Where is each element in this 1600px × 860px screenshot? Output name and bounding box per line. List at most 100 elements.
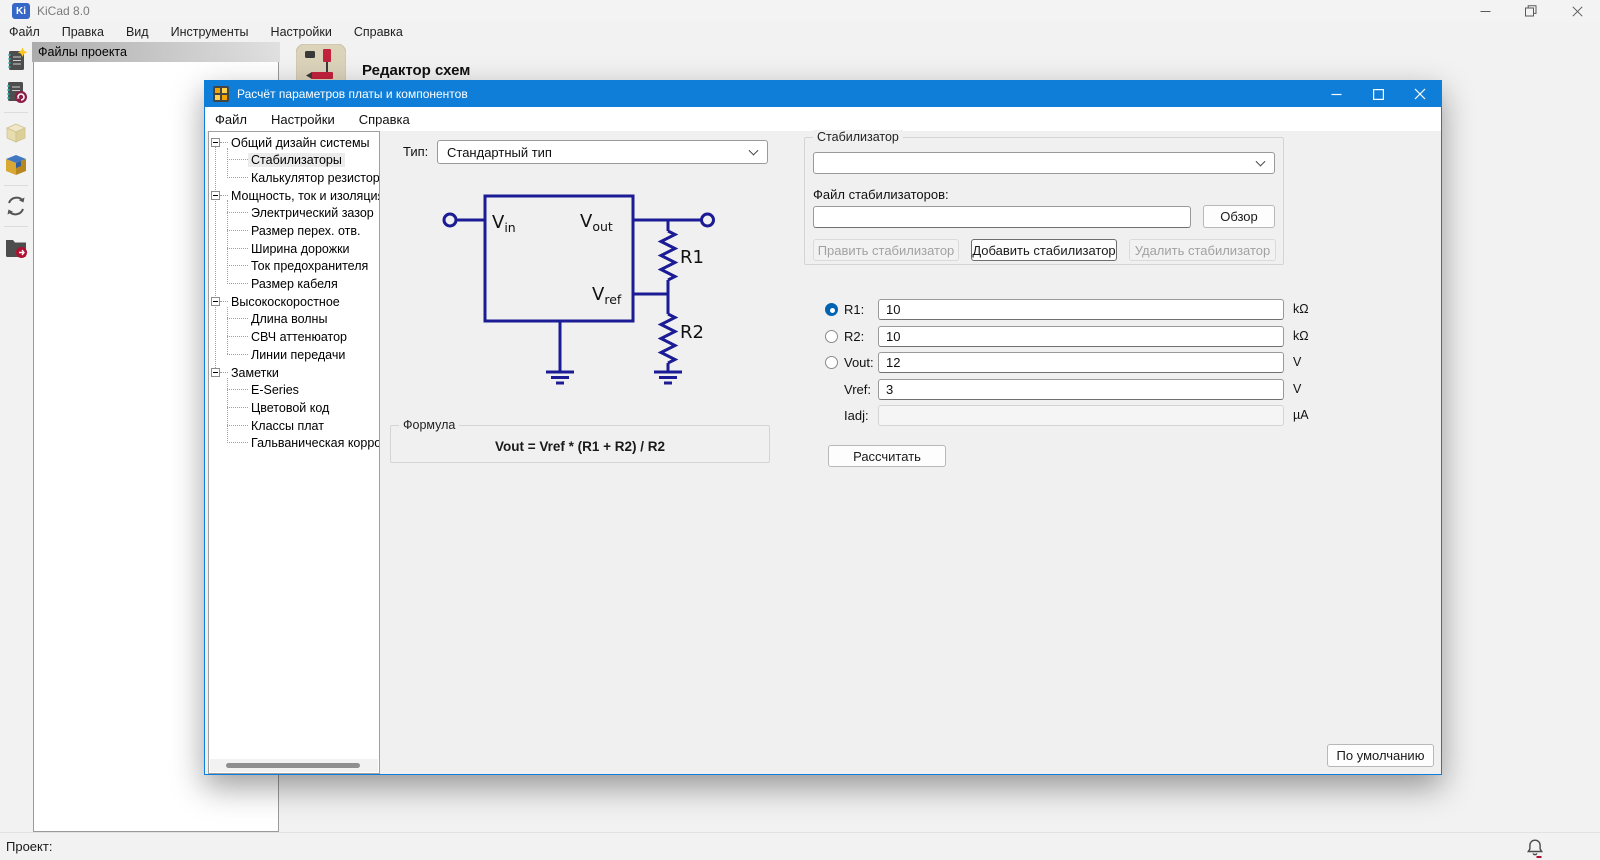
collapse-icon[interactable] <box>211 368 220 377</box>
vref-unit: V <box>1293 382 1302 396</box>
dialog-menu-preferences[interactable]: Настройки <box>259 112 347 127</box>
stabilizer-legend: Стабилизатор <box>813 130 903 144</box>
regulator-type-select[interactable]: Стандартный тип <box>437 140 768 164</box>
vout-label: Vout <box>580 211 613 234</box>
tree-tick <box>227 159 248 160</box>
minimize-icon <box>1480 10 1490 12</box>
edit-stabilizer-button[interactable]: Править стабилизатор <box>813 239 959 261</box>
menu-edit[interactable]: Правка <box>51 25 115 39</box>
menu-preferences[interactable]: Настройки <box>260 25 343 39</box>
iadj-input[interactable] <box>878 405 1284 426</box>
new-project-button[interactable] <box>2 46 30 74</box>
scrollbar-thumb[interactable] <box>226 763 360 768</box>
main-close-button[interactable] <box>1554 0 1600 22</box>
open-project-directory-button[interactable] <box>2 233 30 261</box>
tree-item-rf-attenuator[interactable]: СВЧ аттенюатор <box>227 328 350 345</box>
tree-item-label: Высокоскоростное <box>231 294 340 309</box>
tree-tick <box>227 354 248 355</box>
r2-input[interactable] <box>878 326 1284 347</box>
tree-item-cable-size[interactable]: Размер кабеля <box>227 275 341 292</box>
menu-help[interactable]: Справка <box>343 25 414 39</box>
stabilizer-group: Стабилизатор Файл стабилизаторов: Обзор … <box>804 130 1284 265</box>
status-project-label: Проект: <box>6 839 53 854</box>
menu-tools[interactable]: Инструменты <box>160 25 260 39</box>
tree-tick <box>227 336 248 337</box>
tree-item-label: Калькулятор резисторо <box>251 170 380 185</box>
unarchive-project-button[interactable] <box>2 151 30 179</box>
calculate-button[interactable]: Рассчитать <box>828 445 946 467</box>
tree-item-transmission-lines[interactable]: Линии передачи <box>227 346 348 363</box>
tree-item-label: Гальваническая коррози <box>251 435 380 450</box>
tree-item-label: Стабилизаторы <box>248 152 345 167</box>
collapse-icon[interactable] <box>211 138 220 147</box>
tree-horizontal-scrollbar[interactable] <box>210 759 378 772</box>
tree-item-label: Размер перех. отв. <box>251 223 361 238</box>
add-stabilizer-button[interactable]: Добавить стабилизатор <box>971 239 1117 261</box>
tree-item-general-system-design[interactable]: Общий дизайн системы <box>211 134 373 151</box>
tree-tick <box>220 372 228 373</box>
tree-item-regulators[interactable]: Стабилизаторы <box>227 151 345 168</box>
tree-item-electrical-spacing[interactable]: Электрический зазор <box>227 204 377 221</box>
r1-unit: kΩ <box>1293 302 1309 316</box>
tree-item-track-width[interactable]: Ширина дорожки <box>227 240 353 257</box>
main-restore-button[interactable] <box>1508 0 1554 22</box>
tree-item-wavelength[interactable]: Длина волны <box>227 310 330 327</box>
dialog-close-button[interactable] <box>1399 81 1441 107</box>
regulator-circuit-diagram: Vin Vout Vref R1 R2 <box>442 194 715 385</box>
dialog-body: Общий дизайн системы Стабилизаторы Кальк… <box>205 130 1441 774</box>
tree-tick <box>220 142 228 143</box>
refresh-button[interactable] <box>2 192 30 220</box>
tree-item-memo[interactable]: Заметки <box>211 364 282 381</box>
chevron-down-icon <box>1255 156 1266 167</box>
collapse-icon[interactable] <box>211 297 220 306</box>
close-icon <box>1414 88 1426 100</box>
stabilizer-file-label: Файл стабилизаторов: <box>813 187 949 202</box>
tree-item-board-classes[interactable]: Классы плат <box>227 417 327 434</box>
project-files-header: Файлы проекта <box>32 42 280 62</box>
remove-stabilizer-button[interactable]: Удалить стабилизатор <box>1129 239 1276 261</box>
dialog-menu-help[interactable]: Справка <box>347 112 422 127</box>
dialog-maximize-button[interactable] <box>1357 81 1399 107</box>
vref-input[interactable] <box>878 379 1284 400</box>
tree-item-fuse-current[interactable]: Ток предохранителя <box>227 257 371 274</box>
r1-input[interactable] <box>878 299 1284 320</box>
dialog-titlebar[interactable]: Расчёт параметров платы и компонентов <box>205 81 1441 107</box>
r2-unit: kΩ <box>1293 329 1309 343</box>
tree-item-label: Электрический зазор <box>251 205 374 220</box>
tree-item-resistor-calculator[interactable]: Калькулятор резисторо <box>227 169 380 186</box>
r1-radio[interactable] <box>825 303 838 316</box>
defaults-button[interactable]: По умолчанию <box>1327 744 1434 767</box>
restore-icon <box>1525 5 1537 17</box>
iadj-unit: µA <box>1293 408 1309 422</box>
tree-item-galvanic-corrosion[interactable]: Гальваническая коррози <box>227 434 380 451</box>
tree-item-e-series[interactable]: E-Series <box>227 381 302 398</box>
tree-tick <box>227 248 248 249</box>
collapse-icon[interactable] <box>211 191 220 200</box>
dialog-menu-file[interactable]: Файл <box>205 112 259 127</box>
archive-project-button[interactable] <box>2 119 30 147</box>
stabilizer-select[interactable] <box>813 152 1275 174</box>
tree-item-label: Линии передачи <box>251 347 346 362</box>
tree-item-color-code[interactable]: Цветовой код <box>227 399 332 416</box>
tree-tick <box>227 425 248 426</box>
stabilizer-file-input[interactable] <box>813 206 1191 228</box>
main-minimize-button[interactable] <box>1462 0 1508 22</box>
r2-radio[interactable] <box>825 330 838 343</box>
browse-button[interactable]: Обзор <box>1203 205 1275 228</box>
tree-item-via-size[interactable]: Размер перех. отв. <box>227 222 364 239</box>
calculator-tree-panel: Общий дизайн системы Стабилизаторы Кальк… <box>208 131 380 774</box>
main-window-controls <box>1462 0 1600 22</box>
schematic-editor-label: Редактор схем <box>362 62 471 79</box>
menu-file[interactable]: Файл <box>0 25 51 39</box>
tree-item-power-current-isolation[interactable]: Мощность, ток и изоляция <box>211 187 379 204</box>
restore-backup-button[interactable] <box>2 78 30 106</box>
notifications-bell-icon[interactable] <box>1524 837 1546 860</box>
menu-view[interactable]: Вид <box>115 25 160 39</box>
vout-input[interactable] <box>878 352 1284 373</box>
tree-tick <box>220 301 228 302</box>
tree-item-high-speed[interactable]: Высокоскоростное <box>211 293 343 310</box>
refresh-icon <box>7 196 25 216</box>
vout-radio[interactable] <box>825 356 838 369</box>
maximize-icon <box>1372 88 1384 100</box>
dialog-minimize-button[interactable] <box>1315 81 1357 107</box>
